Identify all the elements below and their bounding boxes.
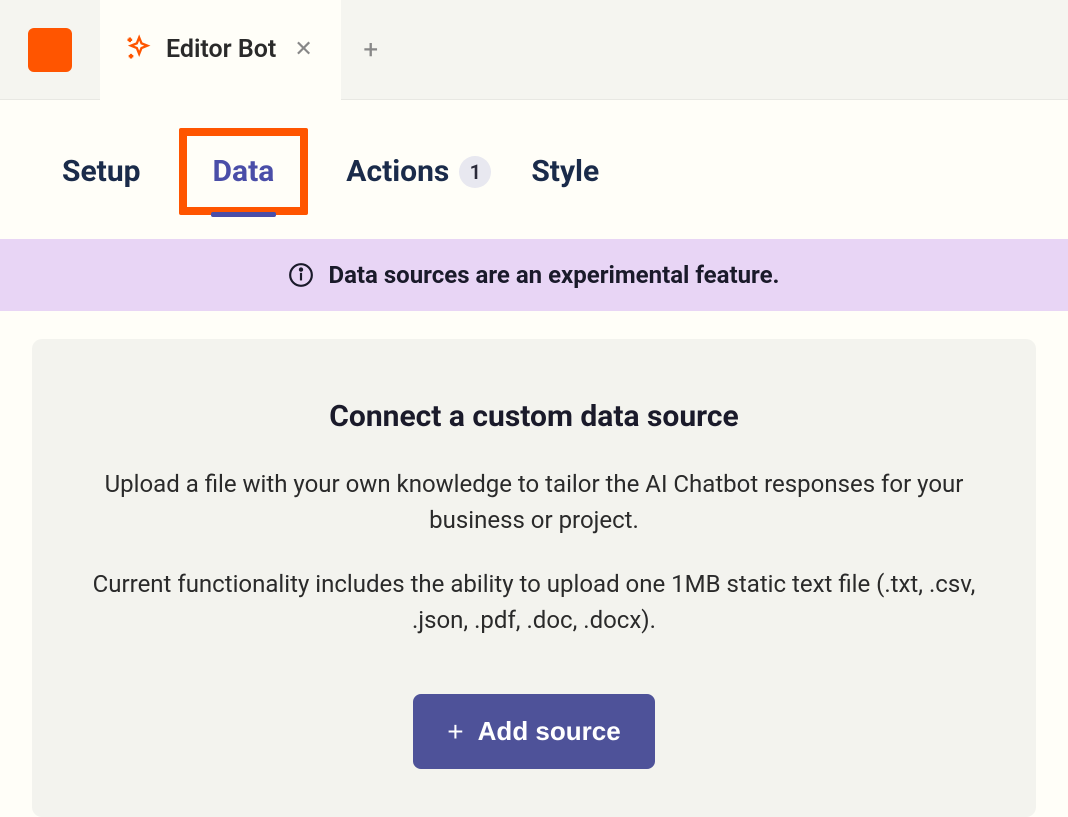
- add-source-button[interactable]: + Add source: [413, 694, 654, 769]
- card-description-1: Upload a file with your own knowledge to…: [80, 466, 988, 538]
- tab-data-highlight: Data: [179, 128, 309, 215]
- banner-text: Data sources are an experimental feature…: [328, 261, 779, 289]
- close-icon[interactable]: ✕: [290, 33, 316, 66]
- plus-icon: +: [363, 35, 378, 65]
- tab-data[interactable]: Data: [211, 150, 277, 193]
- tab-actions-label: Actions: [346, 154, 449, 189]
- tab-style[interactable]: Style: [529, 150, 601, 193]
- tab-actions[interactable]: Actions 1: [344, 150, 493, 193]
- tab-setup[interactable]: Setup: [60, 150, 143, 193]
- app-logo[interactable]: [28, 28, 72, 72]
- plus-icon: +: [447, 718, 463, 746]
- experimental-banner: Data sources are an experimental feature…: [0, 239, 1068, 311]
- nav-tabs: Setup Data Actions 1 Style: [0, 100, 1068, 239]
- new-tab-button[interactable]: +: [341, 0, 401, 100]
- sparkle-icon: [124, 34, 152, 66]
- info-icon: [288, 262, 314, 288]
- top-tab-bar: Editor Bot ✕ +: [0, 0, 1068, 100]
- data-source-card: Connect a custom data source Upload a fi…: [32, 339, 1036, 817]
- actions-count-badge: 1: [459, 156, 491, 188]
- tab-title: Editor Bot: [166, 35, 276, 64]
- card-description-2: Current functionality includes the abili…: [80, 566, 988, 638]
- card-title: Connect a custom data source: [80, 399, 988, 434]
- editor-tab[interactable]: Editor Bot ✕: [100, 0, 341, 100]
- add-source-label: Add source: [478, 716, 621, 747]
